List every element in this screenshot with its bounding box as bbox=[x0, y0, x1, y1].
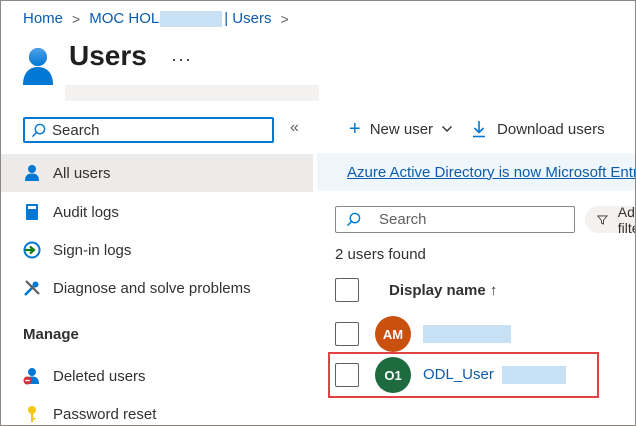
plus-icon: + bbox=[349, 118, 361, 140]
nav-item-label: Audit logs bbox=[53, 203, 119, 221]
collapse-menu-button[interactable]: « bbox=[290, 119, 299, 137]
nav-item-label: Sign-in logs bbox=[53, 241, 132, 259]
more-options-button[interactable]: ··· bbox=[171, 49, 192, 70]
user-search-box[interactable] bbox=[335, 206, 575, 233]
nav-item-deleted-users[interactable]: Deleted users bbox=[1, 357, 313, 395]
key-icon bbox=[23, 405, 41, 423]
redacted-name bbox=[502, 366, 567, 385]
chevron-right-icon: > bbox=[72, 10, 81, 27]
nav-item-sign-in-logs[interactable]: Sign-in logs bbox=[1, 231, 313, 269]
user-name-link[interactable] bbox=[423, 325, 511, 344]
sign-in-icon bbox=[23, 241, 41, 259]
user-search-input[interactable] bbox=[379, 211, 569, 228]
add-filter-label: Add filter bbox=[617, 203, 635, 236]
table-row: O1 ODL_User bbox=[317, 355, 635, 395]
add-filter-button[interactable]: Add filter bbox=[585, 203, 635, 236]
row-checkbox[interactable] bbox=[335, 322, 359, 346]
breadcrumb-users[interactable]: | Users bbox=[224, 10, 271, 27]
deleted-user-icon bbox=[23, 367, 41, 385]
select-all-checkbox[interactable] bbox=[335, 278, 359, 302]
nav-item-diagnose[interactable]: Diagnose and solve problems bbox=[1, 269, 313, 307]
chevron-right-icon: > bbox=[280, 10, 289, 27]
book-icon bbox=[23, 203, 41, 221]
user-icon bbox=[23, 164, 41, 182]
download-users-button[interactable]: Download users bbox=[471, 120, 605, 138]
search-icon bbox=[346, 212, 361, 227]
breadcrumb-tenant[interactable]: MOC HOL bbox=[89, 10, 159, 27]
download-users-label: Download users bbox=[497, 120, 605, 138]
breadcrumb-home[interactable]: Home bbox=[23, 10, 63, 27]
nav-item-all-users[interactable]: All users bbox=[1, 154, 313, 192]
download-icon bbox=[473, 121, 486, 138]
nav-item-label: Deleted users bbox=[53, 367, 146, 385]
table-header-row: Display name ↑ bbox=[317, 270, 635, 310]
display-name-column-header[interactable]: Display name ↑ bbox=[389, 282, 497, 299]
redacted-subtitle bbox=[65, 85, 319, 101]
page-title: Users bbox=[69, 40, 147, 71]
nav-search-input[interactable] bbox=[52, 121, 252, 139]
redacted-tenant-name bbox=[160, 10, 223, 27]
row-checkbox[interactable] bbox=[335, 363, 359, 387]
nav-item-label: Diagnose and solve problems bbox=[53, 279, 251, 297]
entra-rename-link[interactable]: Azure Active Directory is now Microsoft … bbox=[347, 164, 635, 181]
breadcrumb: Home > MOC HOL | Users > bbox=[23, 10, 298, 27]
users-page-icon bbox=[21, 45, 55, 87]
nav-item-password-reset[interactable]: Password reset bbox=[1, 395, 313, 425]
redacted-name bbox=[423, 325, 511, 344]
user-name-text: ODL_User bbox=[423, 365, 494, 383]
nav-item-label: All users bbox=[53, 164, 111, 182]
search-icon bbox=[31, 123, 46, 137]
new-user-label: New user bbox=[369, 120, 434, 138]
table-row: AM bbox=[317, 314, 635, 354]
avatar: AM bbox=[375, 316, 411, 352]
nav-section-manage: Manage bbox=[23, 326, 79, 343]
user-name-link[interactable]: ODL_User bbox=[423, 365, 567, 385]
avatar: O1 bbox=[375, 357, 411, 393]
nav-search-box[interactable] bbox=[23, 117, 274, 143]
users-blade: Home > MOC HOL | Users > Users ··· Searc… bbox=[0, 0, 636, 426]
user-count: 2 users found bbox=[335, 246, 426, 263]
info-banner: Azure Active Directory is now Microsoft … bbox=[317, 153, 635, 191]
chevron-down-icon bbox=[442, 126, 453, 132]
command-bar: + New user Download users bbox=[349, 118, 605, 140]
new-user-button[interactable]: + New user bbox=[349, 118, 453, 140]
nav-item-label: Password reset bbox=[53, 405, 157, 423]
nav-item-audit-logs[interactable]: Audit logs bbox=[1, 193, 313, 231]
wrench-icon bbox=[23, 279, 41, 297]
filter-icon bbox=[597, 215, 608, 225]
